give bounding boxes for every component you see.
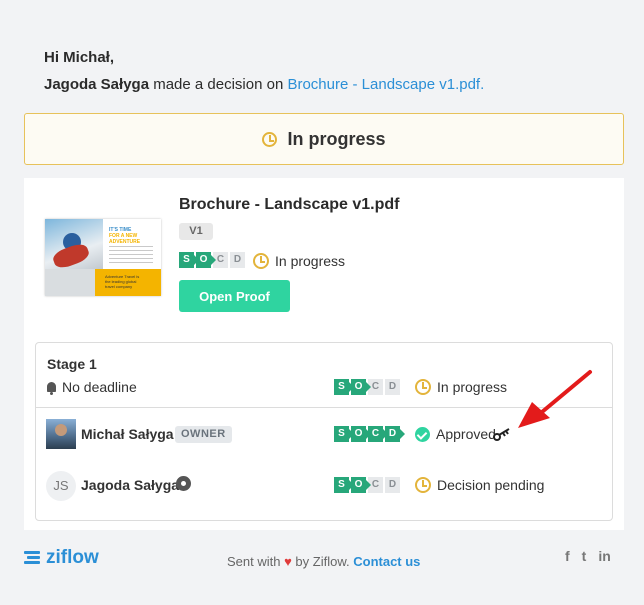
bell-icon xyxy=(47,382,56,395)
deadline: No deadline xyxy=(47,379,137,395)
open-proof-button[interactable]: Open Proof xyxy=(179,280,290,312)
check-circle-icon xyxy=(415,426,430,442)
heart-icon: ♥ xyxy=(284,554,292,569)
file-title: Brochure - Landscape v1.pdf xyxy=(179,196,400,213)
clock-icon xyxy=(262,131,278,147)
clock-icon xyxy=(415,379,431,395)
annotation-arrow-icon xyxy=(518,370,592,428)
file-workflow-steps: S O C D xyxy=(179,252,247,268)
reviewer-name: Jagoda Sałyga xyxy=(81,477,180,493)
contact-link[interactable]: Contact us xyxy=(353,554,420,569)
social-links: f t in xyxy=(565,548,611,564)
proof-card: IT'S TIME FOR A NEW ADVENTURE Adventure … xyxy=(24,178,624,530)
reviewer-status: Approved xyxy=(415,426,496,442)
ziflow-logo[interactable]: ziflow xyxy=(24,547,99,569)
version-badge: V1 xyxy=(179,223,213,240)
avatar: JS xyxy=(46,471,76,501)
greeting: Hi Michał, Jagoda Sałyga made a decision… xyxy=(44,44,484,98)
greeting-hello: Hi Michał, xyxy=(44,49,115,66)
step-s: S xyxy=(179,252,199,268)
file-status: In progress xyxy=(253,253,345,269)
avatar xyxy=(46,419,76,449)
footer-text: Sent with ♥ by Ziflow. Contact us xyxy=(227,554,421,569)
key-icon xyxy=(493,428,510,441)
step-d: D xyxy=(230,252,245,268)
stage-title: Stage 1 xyxy=(47,356,97,372)
status-banner: In progress xyxy=(24,113,624,165)
banner-status: In progress xyxy=(287,128,386,149)
ziflow-logo-icon xyxy=(24,551,40,565)
facebook-icon[interactable]: f xyxy=(565,548,570,564)
twitter-icon[interactable]: t xyxy=(582,548,587,564)
linkedin-icon[interactable]: in xyxy=(598,548,610,564)
greeting-message: Jagoda Sałyga made a decision on Brochur… xyxy=(44,76,485,93)
gear-icon[interactable] xyxy=(176,476,191,491)
owner-badge: OWNER xyxy=(175,426,232,443)
reviewer-workflow-steps: S O C D xyxy=(334,477,402,493)
reviewer-name: Michał Sałyga xyxy=(81,426,174,442)
stage-status: In progress xyxy=(415,379,507,395)
stage-workflow-steps: S O C D xyxy=(334,379,402,395)
clock-icon xyxy=(415,477,431,493)
reviewer-status: Decision pending xyxy=(415,477,544,493)
file-link[interactable]: Brochure - Landscape v1.pdf. xyxy=(287,76,484,93)
reviewer-workflow-steps: S O C D xyxy=(334,426,405,442)
proof-thumbnail[interactable]: IT'S TIME FOR A NEW ADVENTURE Adventure … xyxy=(45,219,161,296)
actor-name: Jagoda Sałyga xyxy=(44,76,150,93)
clock-icon xyxy=(253,253,269,269)
